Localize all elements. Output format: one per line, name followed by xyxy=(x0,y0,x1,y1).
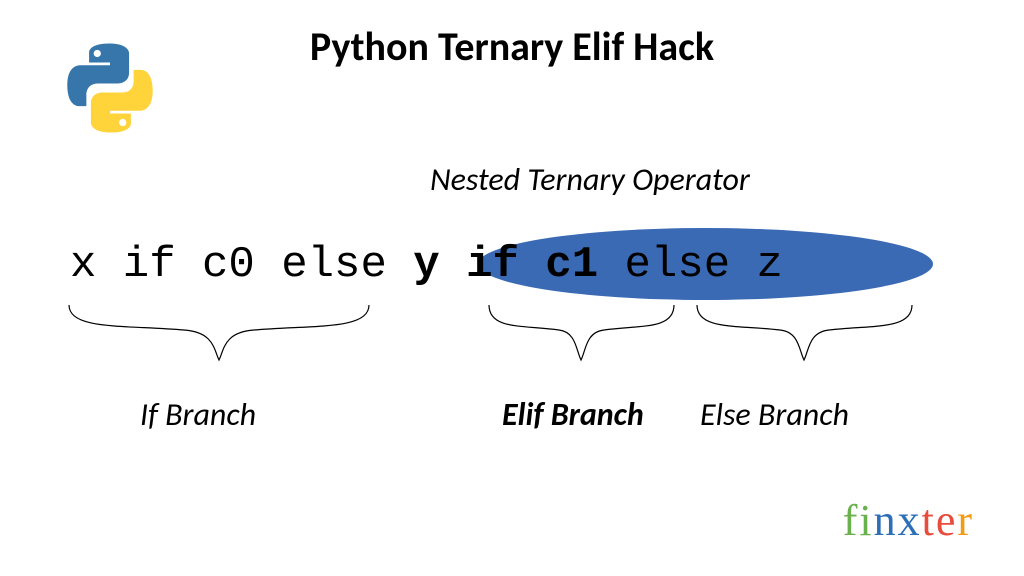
brace-if xyxy=(64,300,374,370)
label-if-branch: If Branch xyxy=(140,395,256,434)
code-part1: x if c0 else xyxy=(70,240,413,290)
code-part2: else z xyxy=(598,240,783,290)
code-expression: x if c0 else y if c1 else z xyxy=(70,240,783,290)
code-bold: y if c1 xyxy=(413,240,598,290)
finxter-letter: f xyxy=(843,495,860,546)
finxter-letter: t xyxy=(922,495,936,546)
brace-else xyxy=(692,300,917,370)
finxter-letter: n xyxy=(874,495,898,546)
label-else-branch: Else Branch xyxy=(700,395,849,434)
page-title: Python Ternary Elif Hack xyxy=(0,22,1024,71)
label-elif-branch: Elif Branch xyxy=(502,395,644,434)
finxter-letter: i xyxy=(859,495,873,546)
finxter-letter: r xyxy=(957,495,974,546)
finxter-letter: e xyxy=(936,495,958,546)
subtitle-label: Nested Ternary Operator xyxy=(430,160,750,199)
finxter-logo: finxter xyxy=(843,495,974,546)
brace-elif xyxy=(484,300,679,370)
finxter-letter: x xyxy=(898,495,922,546)
